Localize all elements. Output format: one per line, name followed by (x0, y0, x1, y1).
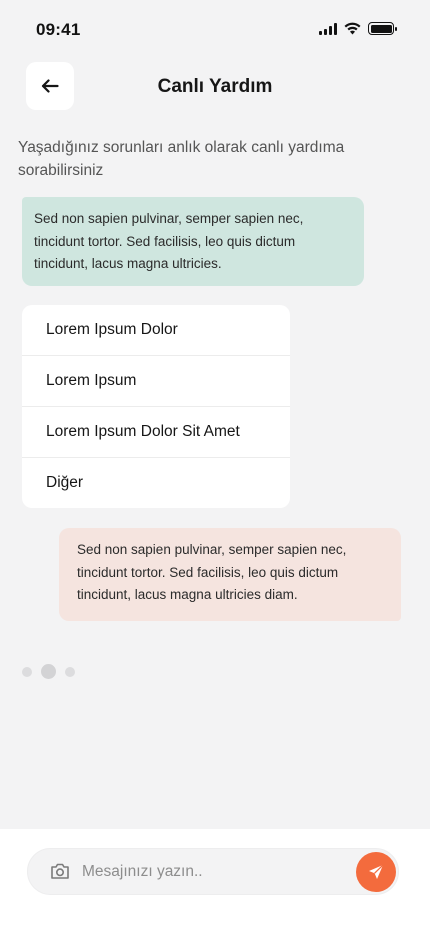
status-time: 09:41 (36, 20, 81, 39)
status-bar: 09:41 (0, 0, 430, 60)
message-input[interactable] (82, 858, 342, 886)
status-icons (319, 22, 397, 35)
quick-reply-options: Lorem Ipsum Dolor Lorem Ipsum Lorem Ipsu… (22, 305, 290, 508)
typing-dot (65, 666, 75, 677)
typing-indicator (22, 664, 75, 679)
message-composer (27, 848, 399, 895)
option-item-other[interactable]: Diğer (22, 458, 290, 508)
header: Canlı Yardım (0, 62, 430, 112)
send-button[interactable] (356, 852, 396, 892)
camera-icon[interactable] (50, 862, 70, 880)
outgoing-message-bubble: Sed non sapien pulvinar, semper sapien n… (59, 528, 401, 621)
page-title: Canlı Yardım (157, 76, 273, 97)
incoming-message-bubble: Sed non sapien pulvinar, semper sapien n… (22, 197, 364, 286)
typing-dot (22, 666, 32, 677)
cellular-signal-icon (319, 22, 337, 35)
bottom-panel (0, 829, 430, 932)
battery-icon (368, 22, 397, 35)
intro-text: Yaşadığınız sorunları anlık olarak canlı… (18, 139, 345, 179)
wifi-icon (344, 22, 361, 35)
option-item[interactable]: Lorem Ipsum (22, 356, 290, 407)
option-item[interactable]: Lorem Ipsum Dolor (22, 305, 290, 356)
option-item[interactable]: Lorem Ipsum Dolor Sit Amet (22, 407, 290, 458)
typing-dot (41, 664, 56, 679)
send-icon (369, 864, 384, 879)
